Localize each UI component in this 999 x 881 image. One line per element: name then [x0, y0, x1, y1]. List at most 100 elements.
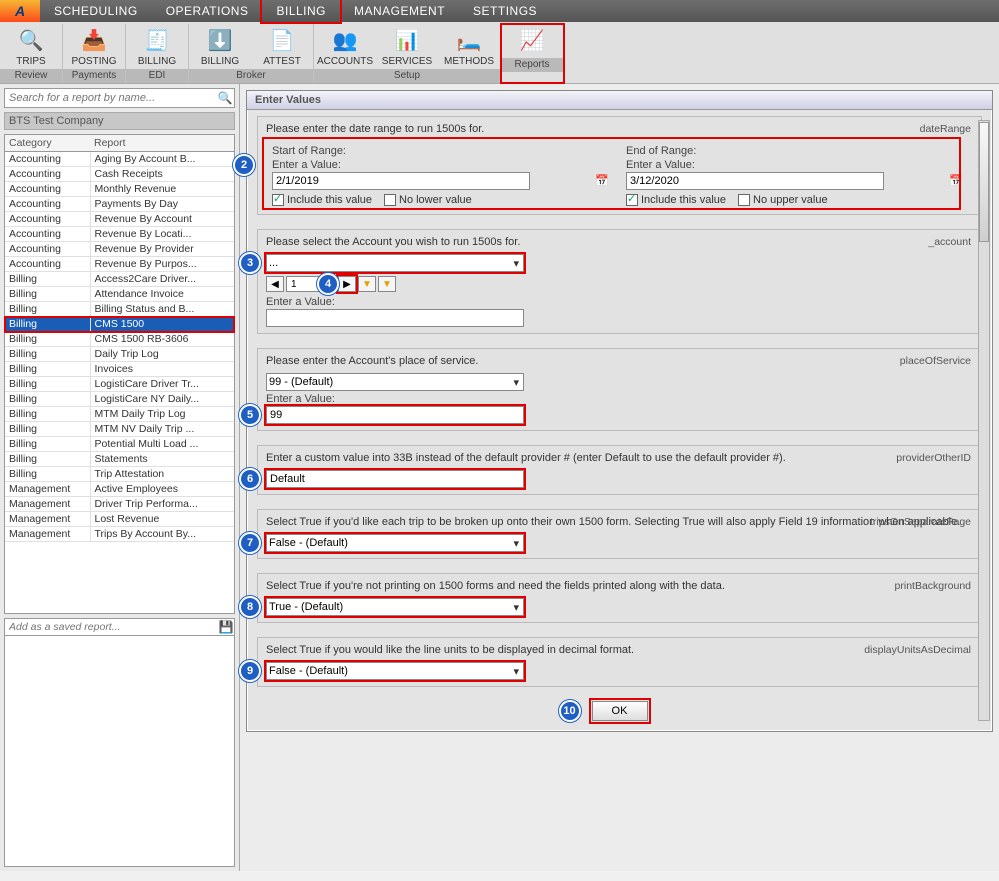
ribbon-group-label: Review — [0, 69, 62, 83]
accounts-label: ACCOUNTS — [317, 56, 373, 67]
prompt-placeofservice: Please enter the Account's place of serv… — [266, 355, 973, 367]
ribbon-posting[interactable]: 📥POSTING — [63, 24, 125, 69]
pager-prev-button[interactable]: ◀ — [266, 276, 284, 292]
report-search-input[interactable] — [5, 89, 216, 107]
report-row[interactable]: BillingStatements — [5, 452, 234, 467]
trips-icon: 🔍 — [17, 26, 45, 54]
include-start-checkbox[interactable] — [272, 194, 284, 206]
ribbon-group-edi: 🧾BILLINGEDI — [126, 24, 189, 83]
ribbon-methods[interactable]: 🛏️ METHODS — [438, 24, 500, 69]
ribbon-trips[interactable]: 🔍TRIPS — [0, 24, 62, 69]
providerotherid-input[interactable] — [266, 470, 524, 488]
report-row[interactable]: AccountingMonthly Revenue — [5, 182, 234, 197]
report-row[interactable]: BillingPotential Multi Load ... — [5, 437, 234, 452]
posting-label: POSTING — [71, 56, 116, 67]
no-upper-checkbox[interactable] — [738, 194, 750, 206]
displayunitsasdecimal-select[interactable]: False - (Default) — [266, 662, 524, 680]
placeofservice-select[interactable]: 99 - (Default) — [266, 373, 524, 391]
ribbon-accounts[interactable]: 👥ACCOUNTS — [314, 24, 376, 69]
col-report[interactable]: Report — [90, 135, 234, 152]
pager-next-button[interactable]: ▶ — [338, 276, 356, 292]
report-row[interactable]: BillingAttendance Invoice — [5, 287, 234, 302]
label-enter-value: Enter a Value: — [266, 296, 973, 308]
ribbon-group-setup: 👥ACCOUNTS📊SERVICES🛏️METHODSSetup — [314, 24, 501, 83]
menu-settings[interactable]: SETTINGS — [459, 0, 551, 22]
saved-report-name-input[interactable] — [5, 619, 218, 635]
menu-billing[interactable]: BILLING — [262, 0, 340, 22]
report-row[interactable]: AccountingRevenue By Locati... — [5, 227, 234, 242]
report-row[interactable]: ManagementLost Revenue — [5, 512, 234, 527]
ribbon-group-reports: 📈Reports — [501, 24, 564, 83]
filter-icon[interactable]: ▼ — [358, 276, 376, 292]
methods-icon: 🛏️ — [455, 26, 483, 54]
printbackground-value: True - (Default) — [269, 601, 343, 613]
menu-operations[interactable]: OPERATIONS — [152, 0, 263, 22]
report-row[interactable]: BillingMTM NV Daily Trip ... — [5, 422, 234, 437]
report-row[interactable]: AccountingCash Receipts — [5, 167, 234, 182]
report-row[interactable]: AccountingPayments By Day — [5, 197, 234, 212]
methods-label: METHODS — [444, 56, 494, 67]
calendar-icon[interactable]: 📅 — [595, 174, 609, 187]
report-row[interactable]: BillingInvoices — [5, 362, 234, 377]
tripsonseparatepage-select[interactable]: False - (Default) — [266, 534, 524, 552]
menu-management[interactable]: MANAGEMENT — [340, 0, 459, 22]
save-icon[interactable]: 💾 — [218, 619, 234, 635]
report-row[interactable]: BillingLogistiCare NY Daily... — [5, 392, 234, 407]
ribbon-group-label: Reports — [501, 58, 563, 72]
prompt-daterange: Please enter the date range to run 1500s… — [266, 123, 973, 135]
services-icon: 📊 — [393, 26, 421, 54]
calendar-icon[interactable]: 📅 — [949, 174, 963, 187]
report-list[interactable]: Category Report AccountingAging By Accou… — [4, 134, 235, 614]
report-row[interactable]: ManagementDriver Trip Performa... — [5, 497, 234, 512]
ribbon-group-label: Payments — [63, 69, 125, 83]
ribbon-services[interactable]: 📊SERVICES — [376, 24, 438, 69]
ribbon-reports[interactable]: 📈 — [501, 24, 563, 58]
report-row[interactable]: BillingAccess2Care Driver... — [5, 272, 234, 287]
ok-button[interactable]: OK — [592, 701, 648, 721]
report-row[interactable]: AccountingRevenue By Purpos... — [5, 257, 234, 272]
report-search[interactable]: 🔍 — [4, 88, 235, 108]
printbackground-select[interactable]: True - (Default) — [266, 598, 524, 616]
ribbon-billing-broker[interactable]: ⬇️BILLING — [189, 24, 251, 69]
placeofservice-value-input[interactable] — [266, 406, 524, 424]
report-row[interactable]: ManagementActive Employees — [5, 482, 234, 497]
report-row[interactable]: BillingCMS 1500 — [5, 317, 234, 332]
saved-report-list[interactable] — [4, 636, 235, 867]
ribbon-group-broker: ⬇️BILLING📄ATTESTBroker — [189, 24, 314, 83]
report-row[interactable]: BillingCMS 1500 RB-3606 — [5, 332, 234, 347]
no-lower-checkbox[interactable] — [384, 194, 396, 206]
billing-broker-label: BILLING — [201, 56, 239, 67]
report-row[interactable]: AccountingRevenue By Provider — [5, 242, 234, 257]
left-panel: 🔍 BTS Test Company Category Report Accou… — [0, 84, 240, 871]
account-value-input[interactable] — [266, 309, 524, 327]
param-key: dateRange — [920, 123, 971, 135]
include-start-label: Include this value — [287, 194, 372, 206]
report-row[interactable]: AccountingAging By Account B... — [5, 152, 234, 167]
ribbon-attest[interactable]: 📄ATTEST — [251, 24, 313, 69]
report-row[interactable]: ManagementTrips By Account By... — [5, 527, 234, 542]
account-select[interactable]: ... — [266, 254, 524, 272]
menu-scheduling[interactable]: SCHEDULING — [40, 0, 152, 22]
report-row[interactable]: AccountingRevenue By Account — [5, 212, 234, 227]
report-row[interactable]: BillingTrip Attestation — [5, 467, 234, 482]
end-date-input[interactable] — [626, 172, 884, 190]
include-end-checkbox[interactable] — [626, 194, 638, 206]
search-icon[interactable]: 🔍 — [216, 89, 234, 107]
report-row[interactable]: BillingBilling Status and B... — [5, 302, 234, 317]
col-category[interactable]: Category — [5, 135, 90, 152]
company-selector[interactable]: BTS Test Company — [4, 112, 235, 130]
ribbon-billing-edi[interactable]: 🧾BILLING — [126, 24, 188, 69]
no-upper-label: No upper value — [753, 194, 828, 206]
report-row[interactable]: BillingMTM Daily Trip Log — [5, 407, 234, 422]
report-row[interactable]: BillingDaily Trip Log — [5, 347, 234, 362]
pager-index-input[interactable] — [286, 276, 336, 292]
ribbon-group-review: 🔍TRIPSReview — [0, 24, 63, 83]
start-date-input[interactable] — [272, 172, 530, 190]
report-row[interactable]: BillingLogistiCare Driver Tr... — [5, 377, 234, 392]
scrollbar[interactable] — [978, 120, 990, 721]
placeofservice-select-value: 99 - (Default) — [269, 376, 333, 388]
param-key: placeOfService — [900, 355, 971, 367]
filter-icon-2[interactable]: ▼ — [378, 276, 396, 292]
label-end-of-range: End of Range: — [626, 145, 967, 157]
ribbon-group-payments: 📥POSTINGPayments — [63, 24, 126, 83]
